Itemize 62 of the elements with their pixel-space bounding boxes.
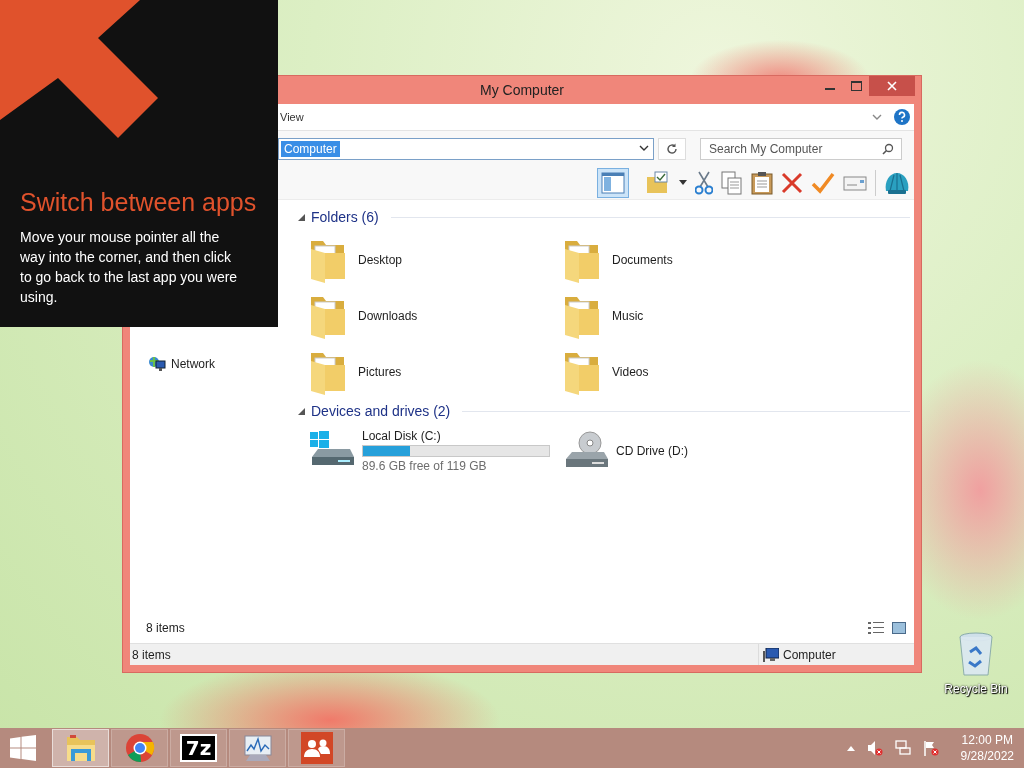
people-icon xyxy=(300,732,333,764)
large-icons-view-icon[interactable] xyxy=(892,622,906,634)
drive-name: Local Disk (C:) xyxy=(362,429,442,443)
nav-item[interactable]: Network xyxy=(148,356,290,372)
taskbar-app[interactable] xyxy=(111,729,168,767)
shell-icon[interactable] xyxy=(884,170,910,195)
help-icon[interactable] xyxy=(894,109,910,125)
clipboard-icon[interactable] xyxy=(751,170,773,195)
maximize-icon xyxy=(850,81,862,91)
checkmark-icon[interactable] xyxy=(811,171,835,194)
windows-start-icon[interactable] xyxy=(10,735,36,761)
recycle-bin-icon xyxy=(958,632,994,678)
taskbar-app[interactable] xyxy=(288,729,345,767)
dropdown-arrow-icon[interactable] xyxy=(679,180,687,185)
search-icon[interactable] xyxy=(882,142,894,155)
folder-check-icon[interactable] xyxy=(645,170,671,195)
close-icon xyxy=(887,81,897,91)
properties-icon[interactable] xyxy=(843,173,867,192)
minimize-icon xyxy=(825,88,835,90)
status-location: Computer xyxy=(783,647,836,662)
computer-icon xyxy=(763,647,779,662)
flag-icon[interactable] xyxy=(922,740,939,756)
group-header[interactable]: Devices and drives (2) xyxy=(311,403,451,419)
status-item-count: 8 items xyxy=(132,647,171,662)
taskbar-app[interactable] xyxy=(229,729,286,767)
folder-icon xyxy=(64,733,97,763)
refresh-icon xyxy=(666,142,679,155)
details-view-icon[interactable] xyxy=(868,622,884,634)
network-globe-icon xyxy=(148,356,166,372)
window-title: My Computer xyxy=(480,82,564,98)
free-space-label: 89.6 GB free of 119 GB xyxy=(362,459,488,473)
folder-item[interactable]: Videos xyxy=(562,344,816,400)
ribbon-tab[interactable]: View xyxy=(278,111,306,123)
performance-monitor-icon xyxy=(241,733,274,763)
network-icon[interactable] xyxy=(894,740,911,756)
group-header[interactable]: Folders (6) xyxy=(311,209,379,225)
chevron-icon[interactable] xyxy=(872,113,882,121)
tip-title: Switch between apps xyxy=(20,188,258,217)
folder-item[interactable]: Pictures xyxy=(308,344,562,400)
folder-item[interactable]: Downloads xyxy=(308,288,562,344)
folder-item[interactable]: Documents xyxy=(562,232,816,288)
refresh-button[interactable] xyxy=(658,137,686,160)
preview-pane-button[interactable] xyxy=(597,167,629,198)
collapse-icon[interactable] xyxy=(298,407,305,415)
drive-item[interactable]: Local Disk (C:) 89.6 GB free of 119 GB xyxy=(308,426,562,476)
collapse-icon[interactable] xyxy=(298,213,305,221)
browser-icon xyxy=(124,733,155,763)
taskbar-app[interactable] xyxy=(52,729,109,767)
muted-speaker-icon[interactable] xyxy=(866,740,883,756)
scissors-icon[interactable] xyxy=(695,170,713,195)
item-count: 8 items xyxy=(146,621,185,635)
tip-text: Move your mouse pointer all the way into the corner, and then click to go back to the last app you were using. xyxy=(20,228,239,307)
taskbar-app[interactable]: 7z xyxy=(170,729,227,767)
folder-item[interactable]: Music xyxy=(562,288,816,344)
drive-name: CD Drive (D:) xyxy=(616,444,688,458)
drive-item[interactable]: CD Drive (D:) xyxy=(562,426,816,476)
folder-item[interactable]: Desktop xyxy=(308,232,562,288)
search-field[interactable]: Search My Computer xyxy=(700,137,902,160)
close-button[interactable] xyxy=(869,76,915,96)
delete-icon[interactable] xyxy=(781,171,803,194)
dropdown-icon xyxy=(639,145,650,152)
show-hidden-icons-icon[interactable] xyxy=(846,745,855,751)
